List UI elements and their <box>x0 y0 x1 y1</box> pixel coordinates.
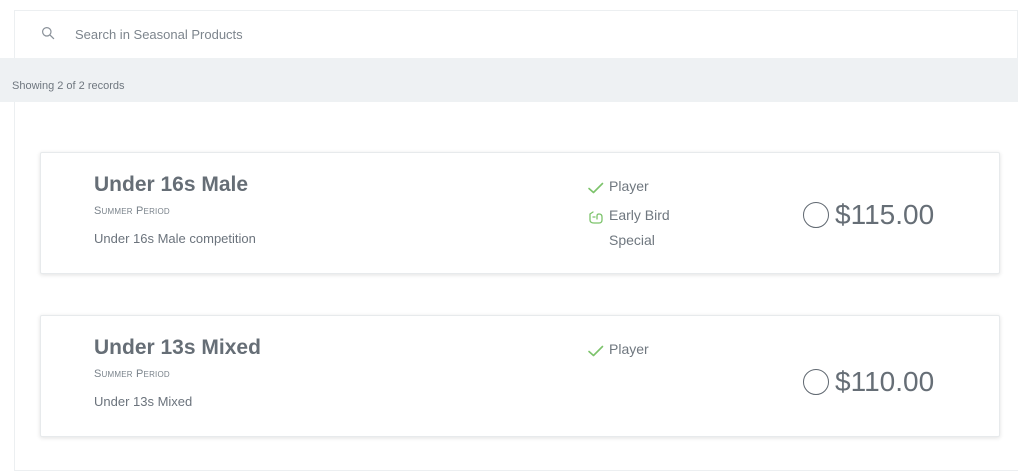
product-tag-early-bird: Early Bird Special <box>587 207 709 253</box>
select-radio[interactable] <box>803 369 829 395</box>
records-count-text: Showing 2 of 2 records <box>12 80 125 92</box>
price-option[interactable]: $110.00 <box>803 366 934 398</box>
tag-label: Player <box>609 178 649 194</box>
product-period: Summer Period <box>94 205 170 217</box>
select-radio[interactable] <box>803 202 829 228</box>
product-description: Under 13s Mixed <box>94 394 193 409</box>
search-icon <box>42 27 55 40</box>
check-icon <box>588 345 604 357</box>
check-icon <box>588 182 604 194</box>
product-description: Under 16s Male competition <box>94 231 256 246</box>
search-bar <box>14 10 1018 58</box>
bird-icon <box>589 211 603 224</box>
product-card-under-16s-male[interactable]: Under 16s Male Summer Period Under 16s M… <box>40 152 1000 274</box>
product-card-under-13s-mixed[interactable]: Under 13s Mixed Summer Period Under 13s … <box>40 315 1000 437</box>
search-input[interactable] <box>75 22 775 46</box>
tag-label: Player <box>609 341 649 357</box>
price-option[interactable]: $115.00 <box>803 199 934 231</box>
product-title: Under 16s Male <box>94 173 249 196</box>
product-title: Under 13s Mixed <box>94 336 261 359</box>
product-period: Summer Period <box>94 368 170 380</box>
product-tag-player: Player <box>587 341 649 362</box>
product-price: $115.00 <box>835 199 935 230</box>
product-price: $110.00 <box>835 366 935 397</box>
product-tag-player: Player <box>587 178 649 199</box>
records-summary-bar: Showing 2 of 2 records <box>0 58 1018 102</box>
tag-label: Early Bird Special <box>609 207 670 248</box>
